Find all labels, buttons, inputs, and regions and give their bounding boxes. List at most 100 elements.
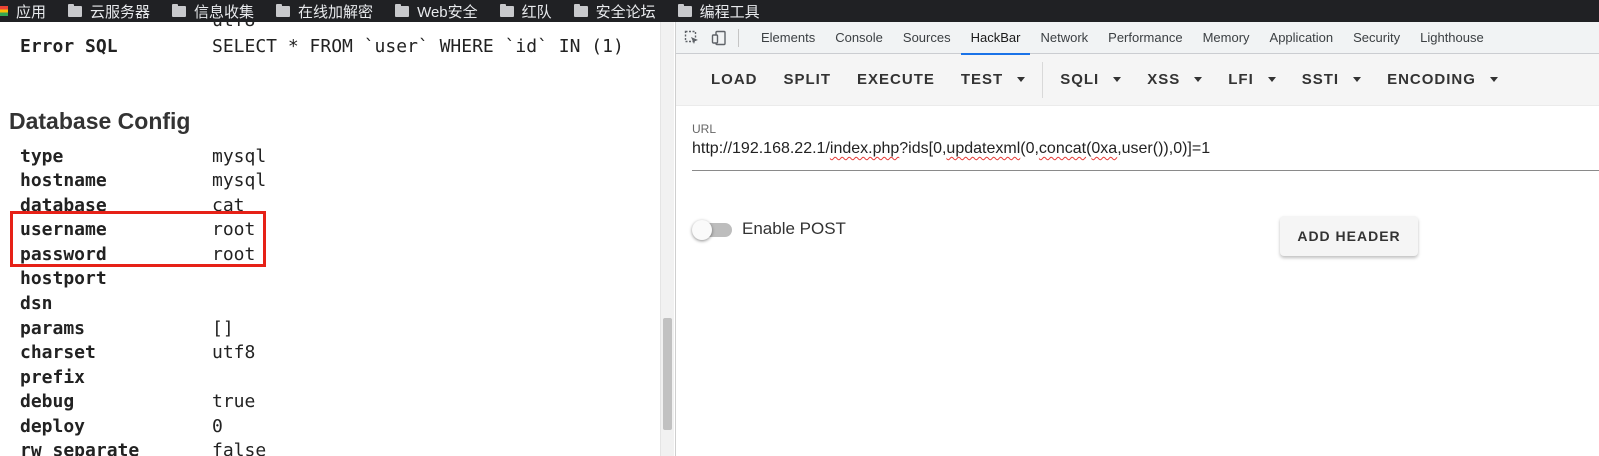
folder-icon bbox=[677, 3, 692, 17]
load-button[interactable]: LOAD bbox=[698, 54, 771, 105]
config-row-deploy: deploy 0 bbox=[20, 416, 620, 440]
bookmark-label: 红队 bbox=[521, 3, 552, 21]
split-button[interactable]: SPLIT bbox=[771, 54, 845, 105]
credentials-highlight-box bbox=[10, 211, 266, 267]
bookmark-label: 信息收集 bbox=[194, 3, 255, 21]
config-value: false bbox=[212, 440, 267, 456]
hackbar-toolbar: LOAD SPLIT EXECUTE TEST SQLI XSS LFI SST… bbox=[676, 54, 1599, 106]
folder-icon bbox=[68, 3, 83, 17]
devtools-tab-bar: Elements Console Sources HackBar Network… bbox=[676, 22, 1599, 55]
inspect-element-icon[interactable] bbox=[681, 27, 703, 49]
bookmark-label: 应用 bbox=[16, 3, 47, 21]
tab-network[interactable]: Network bbox=[1030, 22, 1098, 54]
config-key: hostname bbox=[20, 170, 107, 191]
url-part: (0, bbox=[1020, 140, 1039, 157]
debug-page: utf8 Error SQL SELECT * FROM `user` WHER… bbox=[0, 22, 660, 456]
folder-icon bbox=[499, 3, 514, 17]
config-key: params bbox=[20, 318, 86, 339]
tab-console[interactable]: Console bbox=[825, 22, 893, 54]
config-key: debug bbox=[20, 391, 75, 412]
folder-icon bbox=[276, 3, 291, 17]
lfi-menu-label: LFI bbox=[1228, 71, 1254, 88]
bookmark-folder-programming-tools[interactable]: 编程工具 bbox=[677, 1, 760, 22]
ssti-menu-button[interactable]: SSTI bbox=[1289, 54, 1374, 105]
folder-icon bbox=[395, 3, 410, 17]
tab-security[interactable]: Security bbox=[1343, 22, 1410, 54]
config-value: 0 bbox=[212, 416, 223, 437]
device-toolbar-icon[interactable] bbox=[708, 27, 730, 49]
toolbar-divider bbox=[738, 28, 739, 47]
config-row-params: params [] bbox=[20, 318, 620, 342]
sqli-menu-button[interactable]: SQLI bbox=[1047, 54, 1134, 105]
test-menu-button[interactable]: TEST bbox=[948, 54, 1038, 105]
tab-memory[interactable]: Memory bbox=[1193, 22, 1260, 54]
url-part: ?ids[0, bbox=[899, 140, 947, 157]
tab-elements[interactable]: Elements bbox=[751, 22, 825, 54]
config-value: utf8 bbox=[212, 342, 256, 363]
devtools-panel: Elements Console Sources HackBar Network… bbox=[675, 22, 1599, 456]
bookmark-folder-info-gathering[interactable]: 信息收集 bbox=[172, 1, 254, 22]
sqli-menu-label: SQLI bbox=[1060, 71, 1100, 88]
bookmark-label: Web安全 bbox=[417, 3, 478, 21]
config-key: charset bbox=[20, 342, 96, 363]
folder-icon bbox=[172, 3, 187, 17]
bookmarks-bar: 应用 云服务器 信息收集 在线加解密 Web安全 红队 安全论坛 编程工具 bbox=[0, 0, 1599, 22]
toggle-knob bbox=[692, 220, 712, 240]
execute-button[interactable]: EXECUTE bbox=[844, 54, 948, 105]
bookmark-folder-web-security[interactable]: Web安全 bbox=[395, 1, 478, 22]
xss-menu-label: XSS bbox=[1147, 71, 1181, 88]
page-scrollbar[interactable] bbox=[660, 22, 674, 456]
config-row-type: type mysql bbox=[20, 146, 620, 170]
chevron-down-icon bbox=[1113, 77, 1122, 82]
chevron-down-icon bbox=[1267, 77, 1276, 82]
config-key: dsn bbox=[20, 293, 53, 314]
ssti-menu-label: SSTI bbox=[1301, 71, 1340, 88]
test-menu-label: TEST bbox=[960, 71, 1004, 88]
url-input-underline bbox=[692, 170, 1599, 171]
config-row-debug: debug true bbox=[20, 391, 620, 415]
config-row-hostname: hostname mysql bbox=[20, 170, 620, 194]
config-value: mysql bbox=[212, 146, 267, 167]
tab-performance[interactable]: Performance bbox=[1098, 22, 1192, 54]
chevron-down-icon bbox=[1194, 77, 1203, 82]
config-row-charset: charset utf8 bbox=[20, 342, 620, 366]
enable-post-label: Enable POST bbox=[742, 219, 846, 238]
config-key: prefix bbox=[20, 367, 86, 388]
cutoff-value: utf8 bbox=[212, 22, 255, 31]
url-part: ,user()),0)]=1 bbox=[1117, 140, 1211, 157]
bookmark-label: 在线加解密 bbox=[298, 3, 374, 21]
enable-post-toggle[interactable] bbox=[692, 219, 734, 241]
bookmark-folder-cloud-servers[interactable]: 云服务器 bbox=[68, 1, 150, 22]
bookmark-folder-security-forum[interactable]: 安全论坛 bbox=[573, 1, 656, 22]
error-sql-value: SELECT * FROM `user` WHERE `id` IN (1) bbox=[212, 36, 624, 57]
config-row-prefix: prefix bbox=[20, 367, 620, 391]
bookmark-label: 云服务器 bbox=[90, 3, 151, 21]
url-part-misspelled: index.php bbox=[829, 140, 900, 157]
bookmark-folder-red-team[interactable]: 红队 bbox=[499, 1, 552, 22]
config-key: hostport bbox=[20, 268, 107, 289]
bookmark-label: 编程工具 bbox=[699, 3, 760, 21]
tab-lighthouse[interactable]: Lighthouse bbox=[1410, 22, 1494, 54]
tab-hackbar[interactable]: HackBar bbox=[960, 22, 1031, 55]
xss-menu-button[interactable]: XSS bbox=[1134, 54, 1215, 105]
url-part-misspelled: updatexml bbox=[946, 140, 1021, 157]
tab-application[interactable]: Application bbox=[1260, 22, 1344, 54]
url-input[interactable]: http://192.168.22.1/index.php?ids[0,upda… bbox=[692, 140, 1210, 158]
config-value: mysql bbox=[212, 170, 267, 191]
chevron-down-icon bbox=[1017, 77, 1026, 82]
config-key: deploy bbox=[20, 416, 86, 437]
scrollbar-thumb[interactable] bbox=[663, 318, 672, 430]
chevron-down-icon bbox=[1489, 77, 1498, 82]
lfi-menu-button[interactable]: LFI bbox=[1215, 54, 1289, 105]
folder-icon bbox=[573, 3, 588, 17]
bookmark-label: 安全论坛 bbox=[595, 3, 656, 21]
url-part-misspelled: 0xa bbox=[1091, 140, 1118, 157]
bookmark-folder-online-crypto[interactable]: 在线加解密 bbox=[276, 1, 373, 22]
config-row-dsn: dsn bbox=[20, 293, 620, 317]
add-header-button[interactable]: ADD HEADER bbox=[1280, 216, 1418, 256]
bookmark-apps[interactable]: 应用 bbox=[16, 1, 46, 22]
error-sql-key: Error SQL bbox=[20, 36, 118, 57]
encoding-menu-button[interactable]: ENCODING bbox=[1374, 54, 1511, 105]
tab-sources[interactable]: Sources bbox=[893, 22, 961, 54]
encoding-menu-label: ENCODING bbox=[1387, 71, 1476, 88]
